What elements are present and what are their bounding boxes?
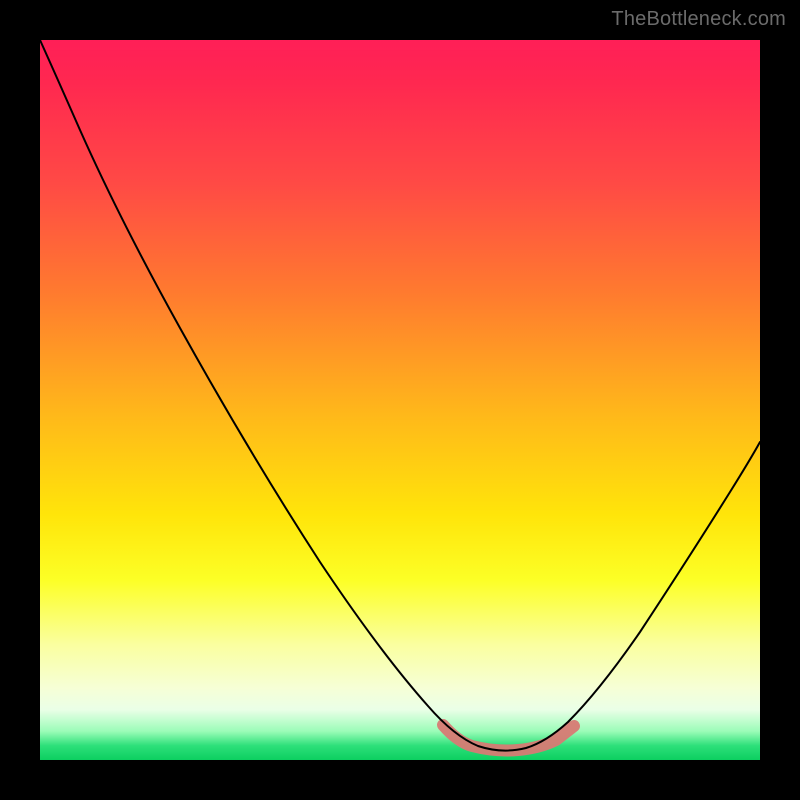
bottleneck-curve [40,40,760,751]
plot-area [40,40,760,760]
chart-stage: TheBottleneck.com [0,0,800,800]
chart-svg [40,40,760,760]
watermark-text: TheBottleneck.com [611,8,786,31]
